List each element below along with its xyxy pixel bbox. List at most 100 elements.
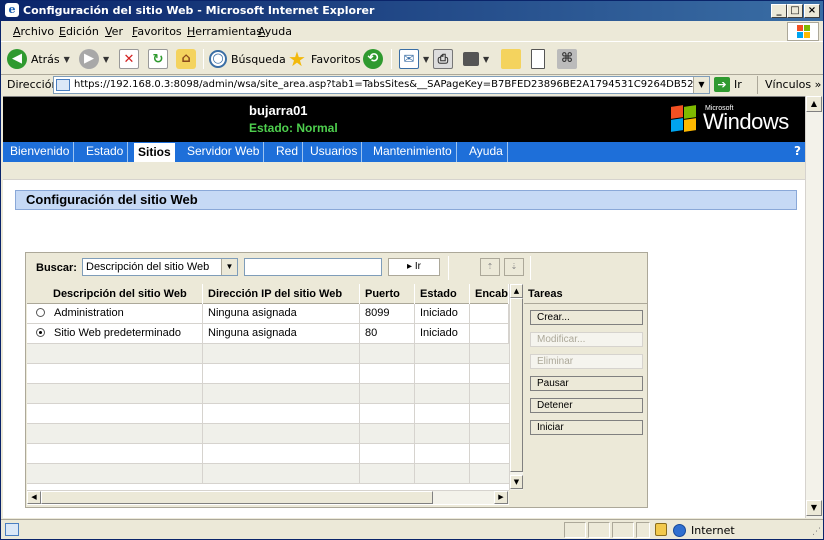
chevron-down-icon[interactable]: ▼ [221, 259, 237, 275]
favorites-button[interactable]: ★ Favoritos [287, 48, 361, 70]
back-button[interactable]: ◀ Atrás ▼ [7, 48, 70, 70]
back-arrow-icon: ◀ [7, 49, 27, 69]
maximize-button[interactable]: □ [787, 4, 803, 18]
address-separator [757, 76, 758, 94]
scroll-thumb[interactable] [41, 491, 433, 504]
minimize-button[interactable]: _ [771, 4, 787, 18]
pause-button[interactable]: Pausar [530, 376, 643, 391]
search-input[interactable] [244, 258, 382, 276]
row-radio[interactable] [36, 308, 45, 317]
tab-servidor-web[interactable]: Servidor Web [183, 142, 265, 162]
sort-ascending-button[interactable]: ⇡ [480, 258, 500, 276]
search-go-button[interactable]: ▸ Ir [388, 258, 440, 276]
print-button[interactable]: ⎙ [433, 48, 453, 70]
home-button[interactable]: ⌂ [176, 48, 196, 70]
column-header-state[interactable]: Estado [415, 284, 470, 304]
close-button[interactable]: × [804, 4, 820, 18]
scroll-up-button[interactable]: ▲ [510, 284, 523, 298]
resize-grip-icon[interactable]: ⋰ [812, 527, 821, 537]
scroll-down-button[interactable]: ▼ [806, 500, 822, 516]
tab-usuarios[interactable]: Usuarios [306, 142, 363, 162]
menu-herramientas[interactable]: Herramientas [187, 25, 262, 38]
tab-estado[interactable]: Estado [82, 142, 129, 162]
menu-ayuda[interactable]: Ayuda [258, 25, 292, 38]
modify-button[interactable]: Modificar... [530, 332, 643, 347]
column-header-host[interactable]: Encab [470, 284, 509, 304]
row-port: 80 [360, 324, 415, 344]
chevron-down-icon[interactable]: ▼ [483, 55, 489, 64]
menu-ver[interactable]: Ver [105, 25, 123, 38]
search-button[interactable]: ○ Búsqueda [209, 48, 286, 70]
refresh-button[interactable]: ↻ [148, 48, 168, 70]
messenger-button[interactable] [531, 48, 545, 70]
tab-mantenimiento[interactable]: Mantenimiento [369, 142, 457, 162]
forward-arrow-icon: ▶ [79, 49, 99, 69]
empty-row [27, 344, 509, 364]
search-label: Buscar: [36, 262, 77, 274]
zone-label: Internet [691, 523, 735, 537]
menu-bar: Archivo Edición Ver Favoritos Herramient… [1, 21, 823, 42]
column-header-ip[interactable]: Dirección IP del sitio Web [203, 284, 360, 304]
scroll-left-button[interactable]: ◀ [27, 491, 41, 504]
tasks-header: Tareas [524, 284, 647, 304]
scroll-up-button[interactable]: ▲ [806, 96, 822, 112]
go-button[interactable]: ➔ Ir [714, 77, 742, 92]
links-label: Vínculos [765, 78, 812, 91]
address-input[interactable]: https://192.168.0.3:8098/admin/wsa/site_… [53, 76, 710, 94]
empty-row [27, 384, 509, 404]
scroll-down-button[interactable]: ▼ [510, 475, 523, 489]
table-row[interactable]: Sitio Web predeterminado Ninguna asignad… [27, 324, 509, 344]
discuss-button[interactable] [501, 48, 521, 70]
table-row[interactable]: Administration Ninguna asignada 8099 Ini… [27, 304, 509, 324]
table-horizontal-scrollbar[interactable]: ◀ ▶ [27, 490, 509, 504]
row-description[interactable]: Sitio Web predeterminado [27, 324, 203, 344]
search-field-select[interactable]: Descripción del sitio Web ▼ [82, 258, 238, 276]
menu-edicion[interactable]: Edición [59, 25, 99, 38]
column-header-port[interactable]: Puerto [360, 284, 415, 304]
security-zone[interactable]: Internet [673, 522, 803, 538]
menu-favoritos[interactable]: Favoritos [132, 25, 182, 38]
chevron-down-icon[interactable]: ▼ [103, 55, 109, 64]
page-viewport: bujarra01 Estado: Normal Microsoft Windo… [3, 96, 805, 518]
scroll-right-button[interactable]: ▶ [494, 491, 508, 504]
address-url[interactable]: https://192.168.0.3:8098/admin/wsa/site_… [74, 79, 700, 90]
edit-button[interactable]: ▼ [463, 48, 489, 70]
chevron-down-icon[interactable]: ▼ [423, 55, 429, 64]
forward-button[interactable]: ▶ ▼ [79, 48, 109, 70]
mail-button[interactable]: ✉ ▼ [399, 48, 429, 70]
row-description[interactable]: Administration [27, 304, 203, 324]
row-state: Iniciado [415, 304, 470, 324]
address-label: Dirección [7, 78, 59, 91]
tab-ayuda[interactable]: Ayuda [465, 142, 508, 162]
create-button[interactable]: Crear... [530, 310, 643, 325]
start-button[interactable]: Iniciar [530, 420, 643, 435]
menu-archivo[interactable]: Archivo [13, 25, 54, 38]
tab-sitios[interactable]: Sitios [133, 142, 176, 162]
scroll-thumb[interactable] [510, 298, 523, 472]
history-button[interactable]: ⟲ [363, 48, 383, 70]
column-header-description[interactable]: Descripción del sitio Web [27, 284, 203, 304]
stop-button[interactable]: ✕ [119, 48, 139, 70]
search-separator [530, 256, 531, 280]
address-dropdown-button[interactable]: ▼ [693, 77, 709, 93]
windows-flag-icon [787, 22, 819, 41]
browser-window: e Configuración del sitio Web - Microsof… [0, 0, 824, 540]
research-button[interactable]: ⌘ [557, 48, 577, 70]
title-bar[interactable]: e Configuración del sitio Web - Microsof… [1, 1, 823, 21]
help-button[interactable]: ? [794, 144, 801, 158]
chevron-down-icon[interactable]: ▼ [64, 55, 70, 64]
tab-bienvenido[interactable]: Bienvenido [6, 142, 75, 162]
logo-windows-text: Windows [703, 109, 789, 134]
row-radio[interactable] [36, 328, 45, 337]
sort-descending-button[interactable]: ⇣ [504, 258, 524, 276]
delete-button[interactable]: Eliminar [530, 354, 643, 369]
stop-site-button[interactable]: Detener [530, 398, 643, 413]
table-vertical-scrollbar[interactable]: ▲ ▼ [509, 284, 523, 490]
links-button[interactable]: Vínculos » [765, 78, 821, 91]
page-title: Configuración del sitio Web [15, 190, 797, 210]
address-bar: Dirección https://192.168.0.3:8098/admin… [1, 75, 823, 95]
search-separator [448, 256, 449, 280]
page-vertical-scrollbar[interactable]: ▲ ▼ [805, 96, 822, 518]
page-header: bujarra01 Estado: Normal Microsoft Windo… [3, 97, 805, 142]
tab-red[interactable]: Red [272, 142, 304, 162]
